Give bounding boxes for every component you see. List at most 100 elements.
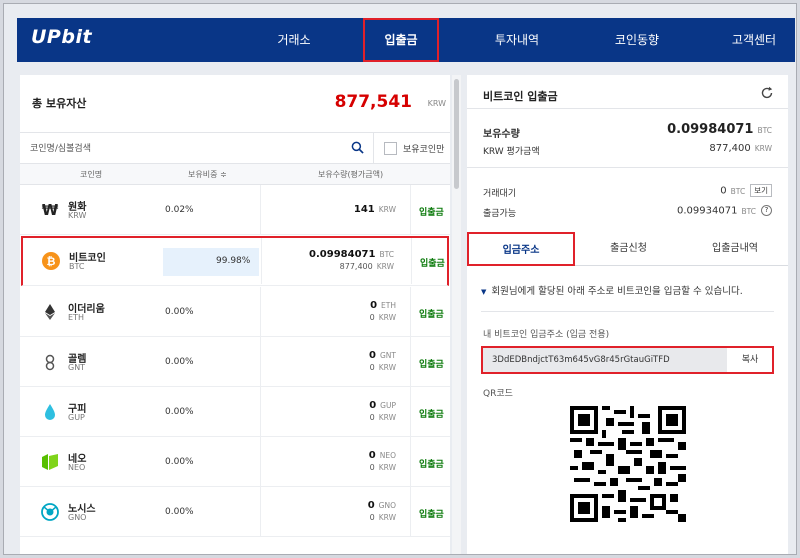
withdrawable-label: 출금가능 [483,209,517,219]
pending-unit: BTC [730,186,746,196]
nav-deposit-withdraw[interactable]: 입출금 [363,18,439,62]
deposit-withdraw-link[interactable]: 입출금 [419,407,444,420]
table-row[interactable]: 이더리움 ETH 0.00% 0 ETH 0 KRW 입출금 [20,287,450,337]
won-icon: ₩ [41,201,59,219]
upbit-logo[interactable]: UPbit [31,26,92,48]
tab-withdraw-request[interactable]: 출금신청 [575,232,682,266]
ethereum-icon [41,303,59,321]
amount-unit: ETH [381,301,396,310]
total-assets: 총 보유자산 877,541 KRW [20,75,450,132]
nav-coin-trends[interactable]: 코인동향 [592,18,682,62]
coin-search-input[interactable] [30,140,330,158]
copy-button[interactable]: 복사 [728,348,772,372]
holding-krw: 877,400 KRW [340,262,394,271]
table-header: 코인명 보유비중 ≑ 보유수량(평가금액) [20,164,450,185]
table-row[interactable]: 골렘 GNT 0.00% 0 GNT 0 KRW 입출금 [20,337,450,387]
tab-transaction-history[interactable]: 입출금내역 [682,232,788,266]
amount-value: 0 [370,300,378,311]
app-frame: UPbit 거래소 입출금 투자내역 코인동향 고객센터 총 보유자산 877,… [3,3,797,555]
withdrawable-value: 0.09934071 BTC? [677,205,772,217]
holdings-value: 0.09984071 BTC [667,122,772,137]
deposit-withdraw-link[interactable]: 입출금 [419,457,444,470]
column-divider [260,437,261,486]
holding-amount: 0 ETH [370,300,396,311]
holding-krw: 0 KRW [370,363,396,372]
divider [481,311,774,312]
krw-value: 0 [369,513,375,522]
column-divider [260,387,261,436]
holding-amount: 0 NEO [369,450,396,461]
pending-label: 거래대기 [483,189,517,199]
divider [467,108,788,109]
bitcoin-icon: ₿ [42,252,60,270]
nav-investments[interactable]: 투자내역 [472,18,562,62]
owned-only-label: 보유코인만 [403,145,445,155]
header-coin-name[interactable]: 코인명 [80,169,102,180]
help-icon[interactable]: ? [761,205,772,216]
krw-unit: KRW [754,144,772,153]
krw-unit: KRW [378,363,396,372]
table-row[interactable]: 네오 NEO 0.00% 0 NEO 0 KRW 입출금 [20,437,450,487]
coin-symbol: GNO [68,513,87,522]
nav-exchange[interactable]: 거래소 [249,18,339,62]
coin-symbol: KRW [68,211,87,220]
gnosis-icon [41,503,59,521]
krw-value: 0 [369,463,375,472]
column-divider [260,185,261,234]
coin-symbol: GUP [68,413,85,422]
table-row[interactable]: ₩ 원화 KRW 0.02% 141 KRW 입출금 [20,185,450,235]
address-label: 내 비트코인 입금주소 (입금 전용) [483,330,610,340]
holding-ratio: 0.00% [165,407,194,417]
deposit-withdraw-link[interactable]: 입출금 [419,357,444,370]
search-icon[interactable] [351,141,364,154]
column-divider [260,337,261,386]
scrollbar-thumb[interactable] [454,79,459,189]
holding-krw: 0 KRW [370,513,396,522]
coin-symbol: BTC [69,262,85,271]
table-row[interactable]: 구피 GUP 0.00% 0 GUP 0 KRW 입출금 [20,387,450,437]
deposit-withdraw-link[interactable]: 입출금 [419,507,444,520]
owned-only-checkbox[interactable] [384,142,397,155]
header-amount[interactable]: 보유수량(평가금액) [318,169,383,180]
withdrawable-unit: BTC [741,206,756,216]
tab-deposit-address[interactable]: 입금주소 [467,232,575,266]
amount-value: 0 [369,350,376,361]
coin-symbol: ETH [68,313,84,322]
holdings-amount: 0.09984071 [667,122,754,137]
column-divider [261,238,262,284]
table-row[interactable]: 노시스 GNO 0.00% 0 GNO 0 KRW 입출금 [20,487,450,537]
table-row-selected[interactable]: ₿ 비트코인 BTC 99.98% 0.09984071 BTC 877,400 K… [21,236,449,286]
column-divider [260,287,261,336]
asset-list-panel: 총 보유자산 877,541 KRW 보유코인만 코인명 보유비중 ≑ 보유수량… [20,75,450,554]
deposit-withdraw-link[interactable]: 입출금 [420,256,445,269]
panel-title: 비트코인 입출금 [483,90,558,103]
holding-amount: 0 GUP [369,400,396,411]
column-divider [411,238,412,284]
deposit-panel: 비트코인 입출금 보유수량 0.09984071 BTC KRW 평가금액 877… [467,75,788,554]
pending-value: 0 BTC 보기 [720,184,772,197]
column-divider [410,287,411,336]
amount-unit: GNO [378,501,396,510]
view-pending-button[interactable]: 보기 [750,184,772,197]
holding-ratio: 0.00% [165,457,194,467]
asset-list-scrollbar[interactable] [452,75,461,554]
column-divider [410,437,411,486]
column-divider [410,487,411,536]
header-ratio[interactable]: 보유비중 ≑ [188,169,227,180]
amount-value: 0 [369,400,377,411]
deposit-withdraw-link[interactable]: 입출금 [419,307,444,320]
holding-ratio: 0.00% [165,507,194,517]
krw-valuation-value: 877,400 KRW [709,143,772,154]
triangle-down-icon: ▼ [481,288,487,296]
amount-unit: GUP [380,401,396,410]
nav-customer-center[interactable]: 고객센터 [713,18,795,62]
amount-value: 0 [368,450,376,461]
deposit-withdraw-link[interactable]: 입출금 [419,205,444,218]
deposit-address[interactable]: 3DdEDBndjctT63m645vG8r45rGtauGiTFD [483,348,727,372]
divider [467,167,788,168]
refresh-icon[interactable] [760,86,774,100]
holding-krw: 0 KRW [370,313,396,322]
pending-amount: 0 [720,185,727,197]
holding-ratio: 99.98% [216,256,251,266]
krw-value: 0 [369,363,375,372]
